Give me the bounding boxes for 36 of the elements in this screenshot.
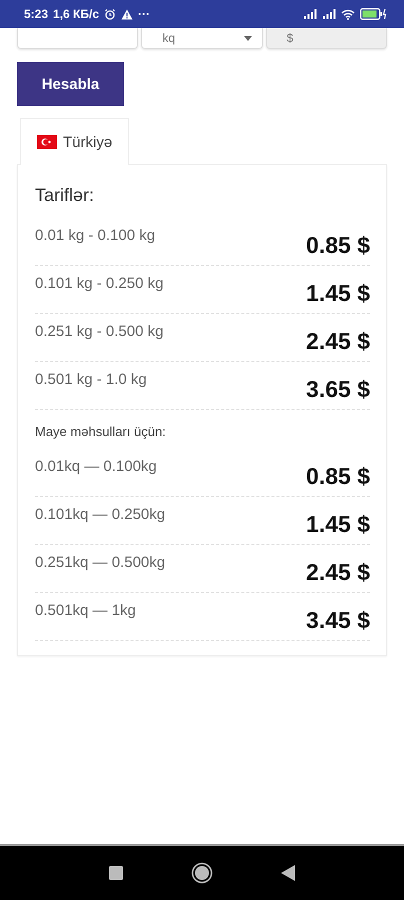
home-icon[interactable] xyxy=(191,862,213,884)
country-tab[interactable]: Türkiyə xyxy=(20,118,130,165)
flag-icon xyxy=(37,135,57,149)
signal-icon xyxy=(303,9,317,19)
signal-icon xyxy=(322,9,336,19)
status-time: 5:23 xyxy=(24,7,48,21)
weight-range: 0.101kq — 0.250kg xyxy=(35,506,166,523)
weight-range: 0.251kq — 0.500kg xyxy=(35,554,166,571)
input-field[interactable]: $ xyxy=(266,28,387,49)
more-indicator: ··· xyxy=(138,7,150,21)
unit-dropdown[interactable]: kq xyxy=(141,28,263,49)
price: 0.85 $ xyxy=(306,232,370,259)
weight-range: 0.01kq — 0.100kg xyxy=(35,458,157,475)
input-field[interactable] xyxy=(17,28,138,49)
alarm-icon xyxy=(104,8,116,20)
price: 2.45 $ xyxy=(306,559,370,586)
weight-range: 0.501kq — 1kg xyxy=(35,602,136,619)
back-icon[interactable] xyxy=(281,865,295,881)
tariff-title: Tariflər: xyxy=(35,185,96,206)
price: 2.45 $ xyxy=(306,328,370,355)
price: 0.85 $ xyxy=(306,463,370,490)
weight-range: 0.251 kg - 0.500 kg xyxy=(35,323,164,340)
liquid-heading: Maye məhsulları üçün: xyxy=(35,423,167,441)
price: 3.45 $ xyxy=(306,607,370,634)
calculate-button[interactable]: Hesabla xyxy=(17,62,124,106)
battery-icon xyxy=(360,8,388,20)
weight-range: 0.101 kg - 0.250 kg xyxy=(35,275,164,292)
network-speed: 1,6 КБ/с xyxy=(53,7,100,21)
price: 1.45 $ xyxy=(306,511,370,538)
weight-range: 0.01 kg - 0.100 kg xyxy=(35,227,156,244)
warning-icon xyxy=(121,8,134,20)
wifi-icon xyxy=(341,8,355,20)
weight-range: 0.501 kg - 1.0 kg xyxy=(35,371,147,388)
caret-icon xyxy=(244,36,252,40)
price: 3.65 $ xyxy=(306,376,370,403)
price: 1.45 $ xyxy=(306,280,370,307)
